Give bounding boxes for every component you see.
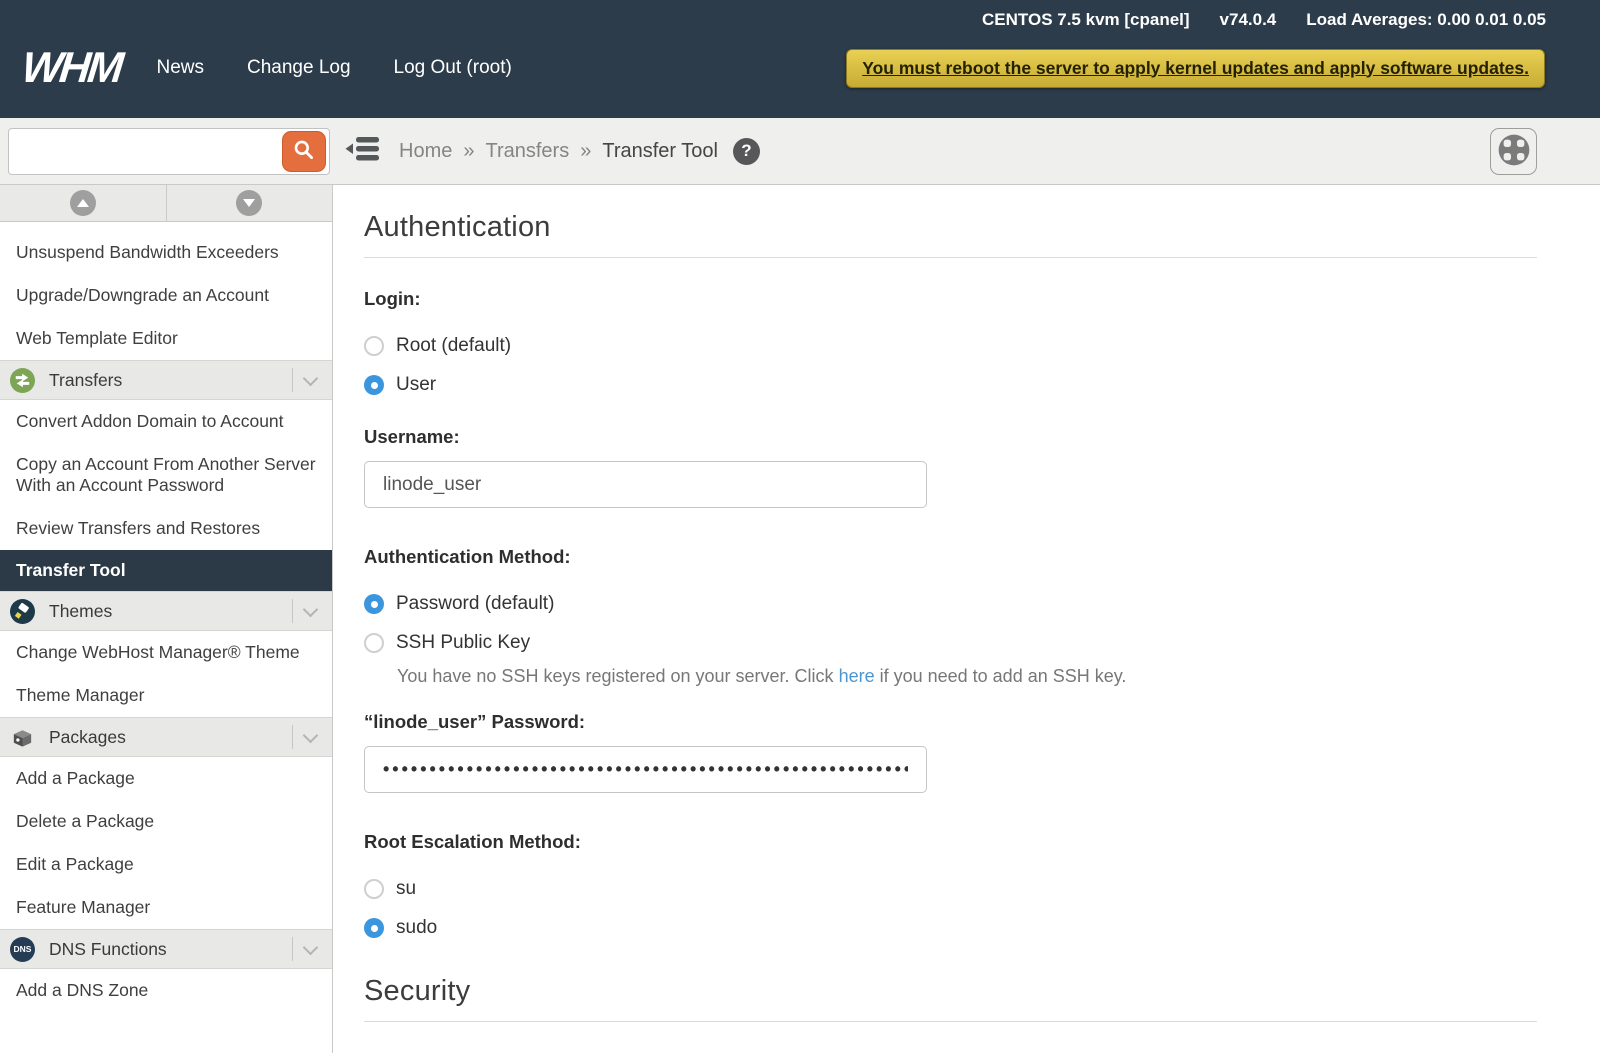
radio-unchecked-icon[interactable] <box>364 633 384 653</box>
collapse-sidebar-icon <box>345 134 381 169</box>
dns-icon: DNS <box>10 937 35 962</box>
whm-logo[interactable]: WHM <box>19 44 123 93</box>
support-button[interactable] <box>1490 128 1537 175</box>
radio-option-label: SSH Public Key <box>396 632 530 654</box>
sidebar-item-copy-account[interactable]: Copy an Account From Another Server With… <box>0 443 332 507</box>
authentication-heading: Authentication <box>364 211 1537 244</box>
radio-option-su[interactable]: su <box>364 878 1537 900</box>
radio-unchecked-icon[interactable] <box>364 879 384 899</box>
ssh-key-note: You have no SSH keys registered on your … <box>397 666 1537 687</box>
radio-option-password[interactable]: Password (default) <box>364 593 1537 615</box>
header: CENTOS 7.5 kvm [cpanel] v74.0.4 Load Ave… <box>0 0 1600 118</box>
username-field[interactable] <box>364 461 927 508</box>
sidebar-scroll-controls <box>0 185 332 222</box>
radio-checked-icon[interactable] <box>364 594 384 614</box>
breadcrumb: Home » Transfers » Transfer Tool ? <box>399 138 760 165</box>
add-ssh-key-link[interactable]: here <box>839 666 875 686</box>
chevron-down-icon <box>303 727 319 743</box>
breadcrumb-separator: » <box>463 140 474 163</box>
nav-news[interactable]: News <box>156 57 204 79</box>
reboot-warning-banner[interactable]: You must reboot the server to apply kern… <box>846 49 1545 88</box>
sidebar-item-transfer-tool[interactable]: Transfer Tool <box>0 550 332 591</box>
sidebar-scroll-up-button[interactable] <box>0 185 167 221</box>
help-icon[interactable]: ? <box>733 138 760 165</box>
sidebar-scroll-down-button[interactable] <box>167 185 333 221</box>
username-label: Username: <box>364 426 1537 448</box>
sidebar-section-label: Packages <box>49 727 292 748</box>
top-nav: News Change Log Log Out (root) <box>156 57 554 79</box>
radio-option-label: Password (default) <box>396 593 554 615</box>
password-field[interactable] <box>364 746 927 793</box>
chevron-down-icon <box>303 601 319 617</box>
sidebar-section-dns-functions[interactable]: DNS DNS Functions <box>0 929 332 969</box>
chevron-down-icon <box>303 370 319 386</box>
sidebar-section-label: Themes <box>49 601 292 622</box>
themes-icon <box>10 599 35 624</box>
nav-change-log[interactable]: Change Log <box>247 57 351 79</box>
transfers-icon <box>10 368 35 393</box>
packages-icon <box>10 725 35 750</box>
sidebar-item-delete-package[interactable]: Delete a Package <box>0 800 332 843</box>
radio-option-user[interactable]: User <box>364 374 1537 396</box>
breadcrumb-separator: » <box>580 140 591 163</box>
radio-checked-icon[interactable] <box>364 918 384 938</box>
sidebar-item-unsuspend-bandwidth[interactable]: Unsuspend Bandwidth Exceeders <box>0 231 332 274</box>
search-box <box>8 128 330 175</box>
search-icon <box>291 137 317 166</box>
section-divider <box>364 257 1537 258</box>
whm-version: v74.0.4 <box>1220 10 1277 30</box>
chevron-down-icon <box>303 939 319 955</box>
login-label: Login: <box>364 288 1537 310</box>
toolbar: Home » Transfers » Transfer Tool ? <box>0 118 1600 185</box>
radio-option-label: User <box>396 374 436 396</box>
system-info: CENTOS 7.5 kvm [cpanel] <box>982 10 1190 30</box>
section-divider <box>364 1021 1537 1022</box>
sidebar-item-upgrade-downgrade[interactable]: Upgrade/Downgrade an Account <box>0 274 332 317</box>
radio-option-label: su <box>396 878 416 900</box>
sidebar-item-add-dns-zone[interactable]: Add a DNS Zone <box>0 969 332 1012</box>
main-content: Authentication Login: Root (default) Use… <box>333 185 1600 1053</box>
server-status-row: CENTOS 7.5 kvm [cpanel] v74.0.4 Load Ave… <box>0 0 1600 30</box>
sidebar-item-web-template-editor[interactable]: Web Template Editor <box>0 317 332 360</box>
security-heading: Security <box>364 975 1537 1008</box>
radio-option-label: sudo <box>396 917 437 939</box>
sidebar-item-theme-manager[interactable]: Theme Manager <box>0 674 332 717</box>
radio-checked-icon[interactable] <box>364 375 384 395</box>
nav-log-out[interactable]: Log Out (root) <box>394 57 512 79</box>
breadcrumb-transfers[interactable]: Transfers <box>485 140 569 163</box>
arrow-down-icon <box>236 190 262 216</box>
radio-unchecked-icon[interactable] <box>364 336 384 356</box>
search-button[interactable] <box>282 131 326 172</box>
sidebar-item-change-whm-theme[interactable]: Change WebHost Manager® Theme <box>0 631 332 674</box>
breadcrumb-home[interactable]: Home <box>399 140 452 163</box>
auth-method-label: Authentication Method: <box>364 546 1537 568</box>
radio-option-root[interactable]: Root (default) <box>364 335 1537 357</box>
whm-app: CENTOS 7.5 kvm [cpanel] v74.0.4 Load Ave… <box>0 0 1600 1053</box>
sidebar-item-review-transfers[interactable]: Review Transfers and Restores <box>0 507 332 550</box>
sidebar-item-feature-manager[interactable]: Feature Manager <box>0 886 332 929</box>
breadcrumb-current: Transfer Tool <box>602 140 718 163</box>
sidebar-section-packages[interactable]: Packages <box>0 717 332 757</box>
collapse-sidebar-button[interactable] <box>345 134 381 169</box>
radio-option-label: Root (default) <box>396 335 511 357</box>
sidebar-section-transfers[interactable]: Transfers <box>0 360 332 400</box>
radio-option-ssh-key[interactable]: SSH Public Key <box>364 632 1537 654</box>
sidebar: Unsuspend Bandwidth Exceeders Upgrade/Do… <box>0 185 333 1053</box>
sidebar-section-label: Transfers <box>49 370 292 391</box>
root-escalation-label: Root Escalation Method: <box>364 831 1537 853</box>
load-averages: Load Averages: 0.00 0.01 0.05 <box>1306 10 1546 30</box>
sidebar-section-themes[interactable]: Themes <box>0 591 332 631</box>
sidebar-section-label: DNS Functions <box>49 939 292 960</box>
sidebar-item-add-package[interactable]: Add a Package <box>0 757 332 800</box>
arrow-up-icon <box>70 190 96 216</box>
sidebar-nav-list: Unsuspend Bandwidth Exceeders Upgrade/Do… <box>0 222 332 1012</box>
password-label: “linode_user” Password: <box>364 711 1537 733</box>
logo-row: WHM News Change Log Log Out (root) You m… <box>0 30 1600 106</box>
sidebar-item-edit-package[interactable]: Edit a Package <box>0 843 332 886</box>
content-area: Unsuspend Bandwidth Exceeders Upgrade/Do… <box>0 185 1600 1053</box>
radio-option-sudo[interactable]: sudo <box>364 917 1537 939</box>
sidebar-item-convert-addon[interactable]: Convert Addon Domain to Account <box>0 400 332 443</box>
life-preserver-icon <box>1496 132 1532 171</box>
